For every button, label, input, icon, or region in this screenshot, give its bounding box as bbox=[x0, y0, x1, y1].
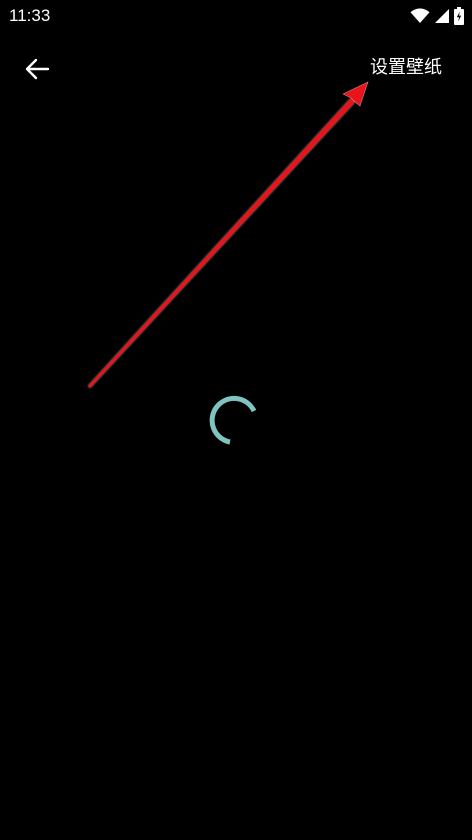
loading-spinner bbox=[209, 395, 257, 445]
status-time: 11:33 bbox=[9, 6, 51, 25]
annotation-arrow-shaft bbox=[88, 98, 355, 388]
status-icons bbox=[410, 6, 464, 26]
annotation-arrow-glow bbox=[88, 98, 355, 388]
arrow-left-icon bbox=[25, 58, 50, 80]
wifi-icon bbox=[410, 8, 430, 23]
cellular-signal-icon bbox=[435, 9, 449, 23]
set-wallpaper-button[interactable]: 设置壁纸 bbox=[370, 55, 442, 81]
battery-charging-icon bbox=[454, 7, 464, 25]
app-bar: 设置壁纸 bbox=[0, 40, 472, 96]
loading-spinner-arc bbox=[209, 395, 257, 445]
status-bar: 11:33 bbox=[0, 0, 472, 32]
back-button[interactable] bbox=[20, 52, 54, 86]
